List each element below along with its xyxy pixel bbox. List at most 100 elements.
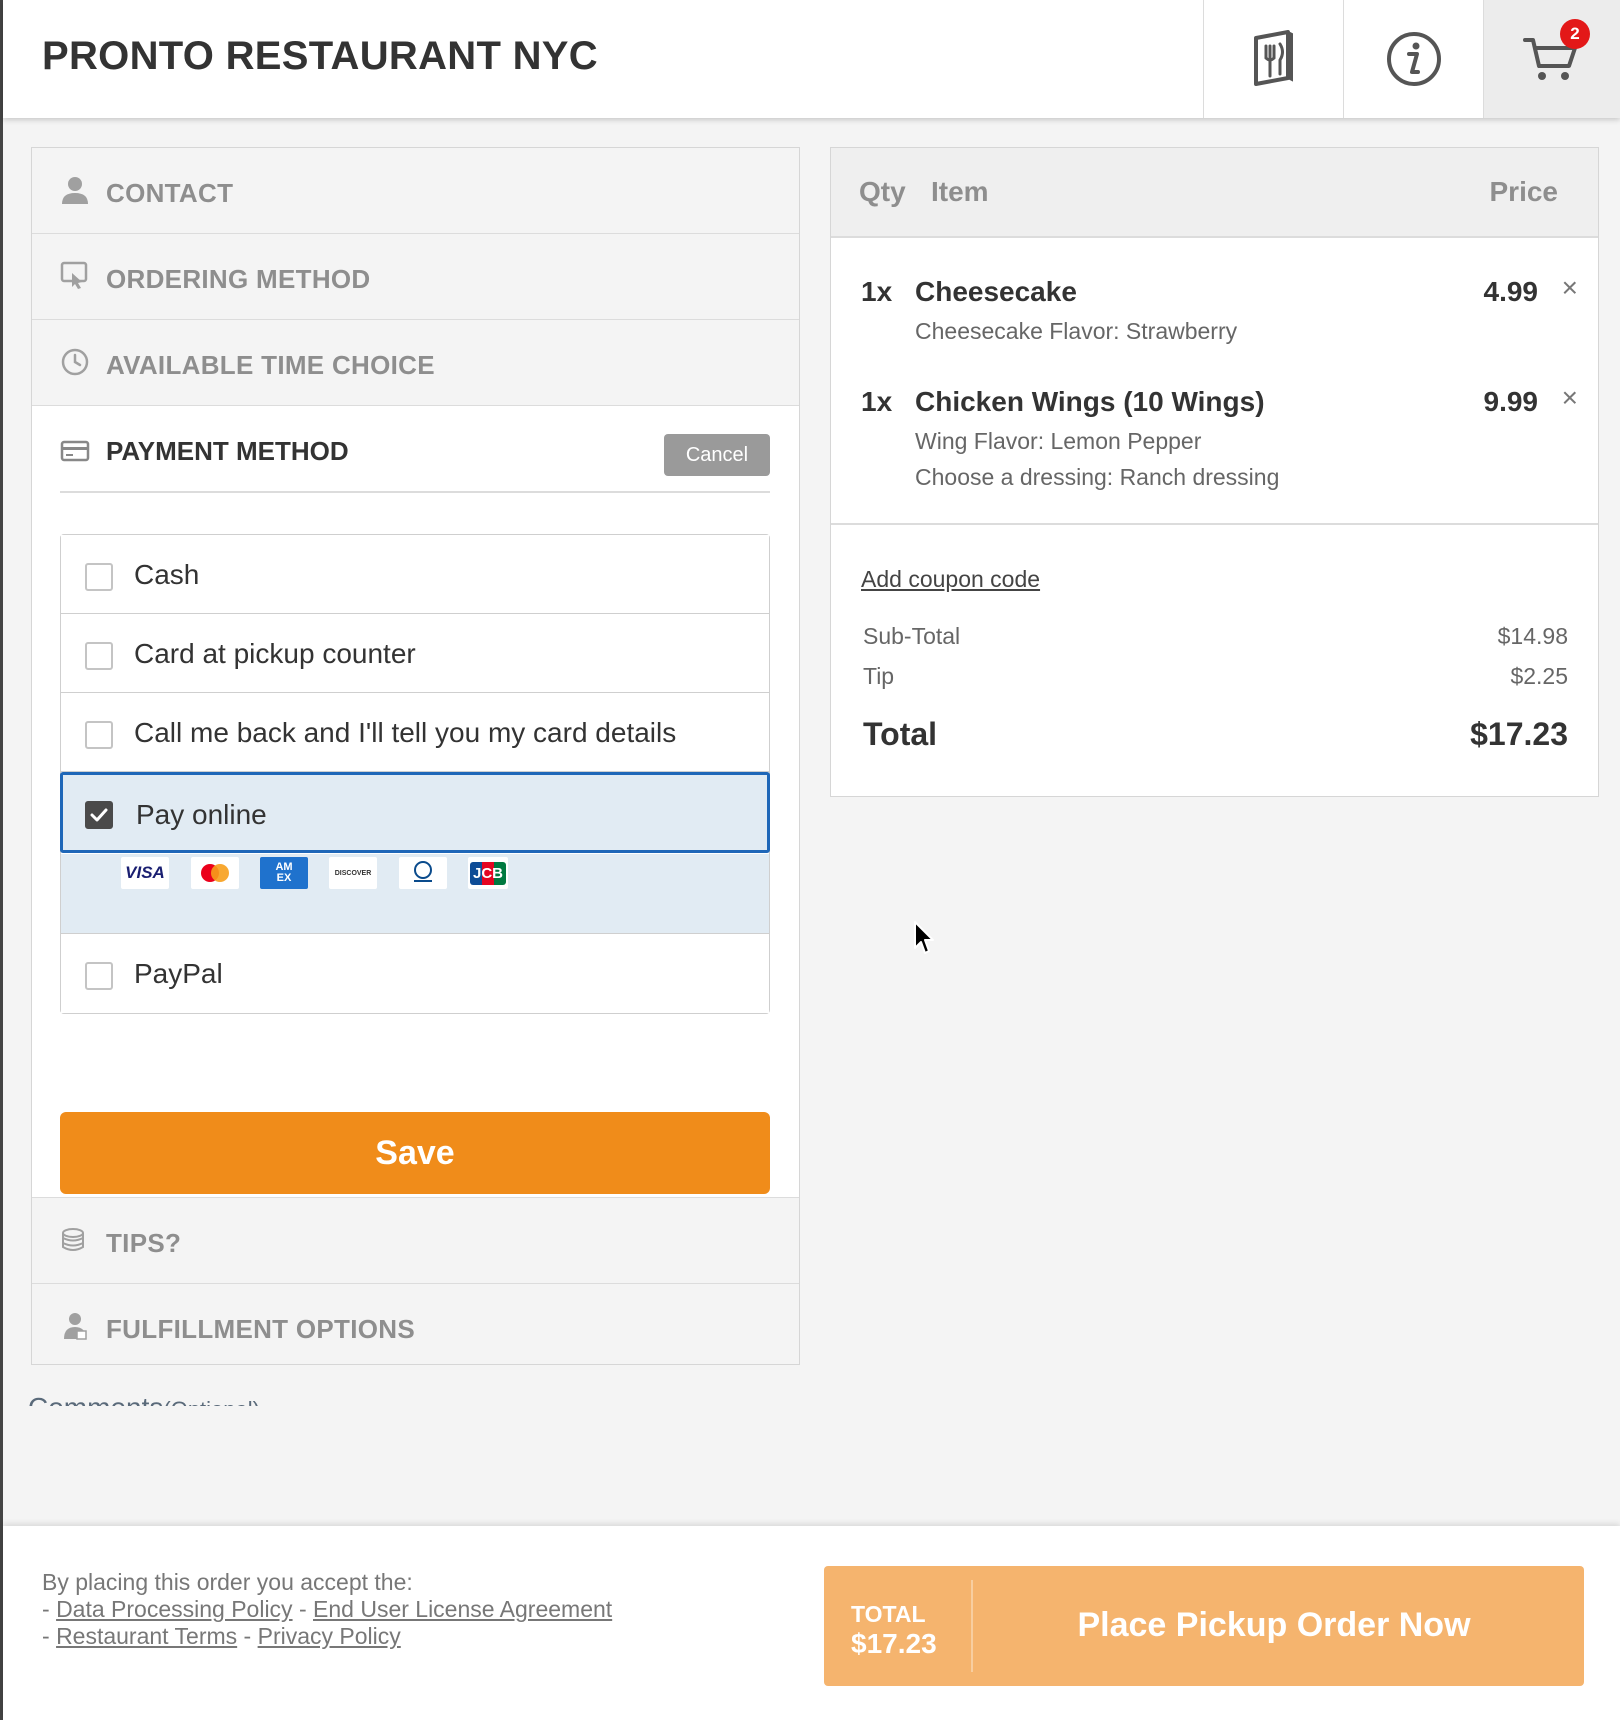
- amex-logo-icon: AM EX: [260, 857, 308, 889]
- menu-button[interactable]: [1203, 0, 1343, 118]
- section-ordering-method[interactable]: ORDERING METHOD: [32, 234, 799, 320]
- credit-card-icon: [60, 440, 90, 462]
- comments-label: Comments(Optional): [28, 1390, 260, 1406]
- footer-total-label: TOTAL: [851, 1601, 926, 1627]
- item-name: Chicken Wings (10 Wings): [915, 386, 1265, 417]
- subtotal-label: Sub-Total: [863, 623, 961, 649]
- footer-total-value: $17.23: [851, 1628, 937, 1659]
- cart-button[interactable]: 2: [1483, 0, 1620, 118]
- amex-logo-text: AM EX: [275, 861, 293, 884]
- comments-label-text: Comments: [28, 1392, 163, 1406]
- tip-label: Tip: [863, 663, 895, 689]
- column-price: Price: [1489, 176, 1559, 207]
- footer-bar: By placing this order you accept the: - …: [3, 1526, 1620, 1720]
- order-summary-panel: Qty Item Price 1x Cheesecake 4.99 × Chee…: [830, 147, 1599, 797]
- checkbox[interactable]: [85, 642, 113, 670]
- payment-option-pay-online[interactable]: Pay online: [60, 772, 770, 853]
- payment-option-label: Card at pickup counter: [134, 638, 416, 669]
- section-contact[interactable]: CONTACT: [32, 148, 799, 234]
- payment-options-list: Cash Card at pickup counter Call me back…: [60, 534, 770, 1014]
- add-coupon-link[interactable]: Add coupon code: [861, 566, 1040, 593]
- cancel-button[interactable]: Cancel: [664, 434, 770, 476]
- info-button[interactable]: [1343, 0, 1483, 118]
- column-qty: Qty: [859, 176, 906, 207]
- payment-option-label: Pay online: [136, 799, 267, 830]
- dash: -: [42, 1596, 50, 1622]
- main-area: CONTACT ORDERING METHOD AVAILABLE TIME C…: [3, 118, 1620, 1526]
- clock-icon: [61, 348, 89, 376]
- legal-links-line-2: - Restaurant Terms - Privacy Policy: [42, 1623, 401, 1650]
- item-name: Cheesecake: [915, 276, 1077, 307]
- item-price: 9.99: [1483, 386, 1539, 417]
- data-processing-policy-link[interactable]: Data Processing Policy: [56, 1596, 293, 1622]
- eula-link[interactable]: End User License Agreement: [313, 1596, 612, 1622]
- payment-option-card-at-pickup[interactable]: Card at pickup counter: [61, 614, 769, 693]
- subtotal-value: $14.98: [1497, 623, 1568, 649]
- total-value: $17.23: [1470, 716, 1568, 752]
- divider: [60, 491, 770, 493]
- visa-logo-text: VISA: [125, 863, 165, 882]
- mouse-cursor-icon: [914, 921, 934, 954]
- cart-count-badge: 2: [1560, 19, 1590, 49]
- section-tips-label: TIPS?: [106, 1228, 182, 1258]
- legal-links-line-1: - Data Processing Policy - End User Lice…: [42, 1596, 612, 1623]
- payment-option-label: Cash: [134, 559, 200, 590]
- column-item: Item: [931, 176, 989, 207]
- item-qty: 1x: [861, 276, 893, 307]
- section-fulfillment[interactable]: FULFILLMENT OPTIONS: [32, 1284, 799, 1370]
- payment-option-paypal[interactable]: PayPal: [61, 934, 769, 1013]
- header-bar: PRONTO RESTAURANT NYC 2: [3, 0, 1620, 118]
- remove-item-icon[interactable]: ×: [1562, 272, 1578, 304]
- checkbox-checked[interactable]: [85, 801, 113, 829]
- section-fulfillment-label: FULFILLMENT OPTIONS: [106, 1314, 416, 1344]
- save-button[interactable]: Save: [60, 1112, 770, 1194]
- divider: [831, 523, 1598, 525]
- dash: -: [298, 1596, 307, 1622]
- total-row: Total $17.23: [863, 716, 1568, 753]
- restaurant-name: PRONTO RESTAURANT NYC: [42, 34, 598, 78]
- restaurant-terms-link[interactable]: Restaurant Terms: [56, 1623, 237, 1649]
- dash: -: [243, 1623, 252, 1649]
- payment-option-label: Call me back and I'll tell you my card d…: [134, 717, 677, 748]
- checkout-steps-panel: CONTACT ORDERING METHOD AVAILABLE TIME C…: [31, 147, 800, 1365]
- dash: -: [42, 1623, 50, 1649]
- section-available-time-label: AVAILABLE TIME CHOICE: [106, 350, 435, 380]
- discover-logo-icon: DISCOVER: [329, 857, 377, 889]
- mastercard-logo-icon: [191, 857, 239, 889]
- visa-logo-icon: VISA: [121, 857, 169, 889]
- item-modifier: Wing Flavor: Lemon Pepper: [915, 428, 1202, 454]
- section-ordering-method-label: ORDERING METHOD: [106, 264, 371, 294]
- payment-option-call-back[interactable]: Call me back and I'll tell you my card d…: [61, 693, 769, 772]
- payment-option-label: PayPal: [134, 958, 223, 989]
- section-tips[interactable]: TIPS?: [32, 1198, 799, 1284]
- menu-book-icon: [1253, 30, 1293, 86]
- checkmark-icon: [90, 808, 108, 822]
- total-label: Total: [863, 716, 938, 752]
- jcb-logo-text: JCB: [469, 861, 506, 885]
- tip-value: $2.25: [1510, 663, 1568, 689]
- item-price: 4.99: [1483, 276, 1539, 307]
- tip-row: Tip $2.25: [863, 663, 1568, 690]
- item-modifier: Cheesecake Flavor: Strawberry: [915, 318, 1238, 344]
- checkbox[interactable]: [85, 962, 113, 990]
- place-order-label: Place Pickup Order Now: [1077, 1606, 1471, 1644]
- section-available-time[interactable]: AVAILABLE TIME CHOICE: [32, 320, 799, 406]
- remove-item-icon[interactable]: ×: [1562, 382, 1578, 414]
- discover-logo-text: DISCOVER: [334, 869, 372, 877]
- place-order-button[interactable]: TOTAL $17.23 Place Pickup Order Now: [824, 1566, 1584, 1686]
- subtotal-row: Sub-Total $14.98: [863, 623, 1568, 650]
- diners-club-logo-icon: [399, 857, 447, 889]
- person-icon: [62, 177, 88, 204]
- payment-option-cash[interactable]: Cash: [61, 535, 769, 614]
- section-payment-method-label: PAYMENT METHOD: [106, 436, 349, 466]
- section-payment-method: PAYMENT METHOD Cancel Cash Card at picku…: [32, 406, 799, 1198]
- checkbox[interactable]: [85, 563, 113, 591]
- item-qty: 1x: [861, 386, 893, 417]
- coins-icon: [62, 1228, 84, 1251]
- info-icon: [1386, 32, 1441, 86]
- privacy-policy-link[interactable]: Privacy Policy: [258, 1623, 401, 1649]
- section-contact-label: CONTACT: [106, 178, 234, 208]
- legal-accept-text: By placing this order you accept the:: [42, 1569, 413, 1595]
- accepted-cards-row: VISA AM EX DISCOVER JCB: [61, 854, 769, 934]
- checkbox[interactable]: [85, 721, 113, 749]
